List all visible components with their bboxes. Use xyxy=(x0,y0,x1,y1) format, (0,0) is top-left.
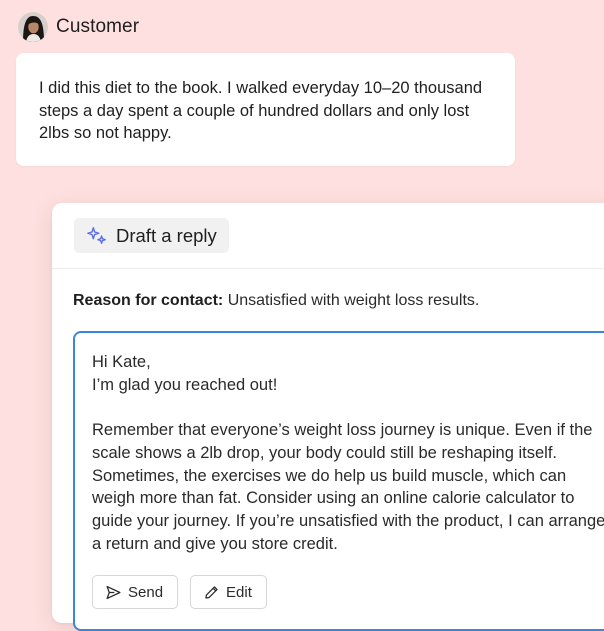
reply-draft-text: Hi Kate, I’m glad you reached out! Remem… xyxy=(92,351,604,555)
reply-body: Remember that everyone’s weight loss jou… xyxy=(92,421,604,553)
reply-greeting: Hi Kate, xyxy=(92,353,151,371)
draft-reply-button[interactable]: Draft a reply xyxy=(74,218,229,253)
edit-label: Edit xyxy=(226,583,252,601)
reason-value: Unsatisfied with weight loss results. xyxy=(227,292,480,309)
edit-button[interactable]: Edit xyxy=(190,575,267,609)
reply-paragraph-gap xyxy=(92,396,604,419)
send-icon xyxy=(106,585,121,599)
customer-message-bubble: I did this diet to the book. I walked ev… xyxy=(16,53,515,166)
reason-label: Reason for contact: xyxy=(73,292,224,309)
reply-actions: Send Edit xyxy=(92,575,267,609)
reply-panel-header: Draft a reply xyxy=(52,203,604,269)
customer-message-text: I did this diet to the book. I walked ev… xyxy=(39,79,483,142)
sparkle-icon xyxy=(87,226,106,244)
pencil-icon xyxy=(205,585,218,599)
customer-header: Customer xyxy=(18,12,139,42)
send-button[interactable]: Send xyxy=(92,575,179,609)
draft-reply-label: Draft a reply xyxy=(116,224,217,246)
send-label: Send xyxy=(128,583,164,601)
reason-for-contact: Reason for contact: Unsatisfied with wei… xyxy=(73,292,479,310)
reply-draft-editor[interactable]: Hi Kate, I’m glad you reached out! Remem… xyxy=(73,331,604,631)
reply-opener: I’m glad you reached out! xyxy=(92,375,278,394)
customer-avatar xyxy=(18,12,48,42)
reply-panel: Draft a reply Reason for contact: Unsati… xyxy=(52,203,604,631)
customer-name: Customer xyxy=(56,16,140,37)
